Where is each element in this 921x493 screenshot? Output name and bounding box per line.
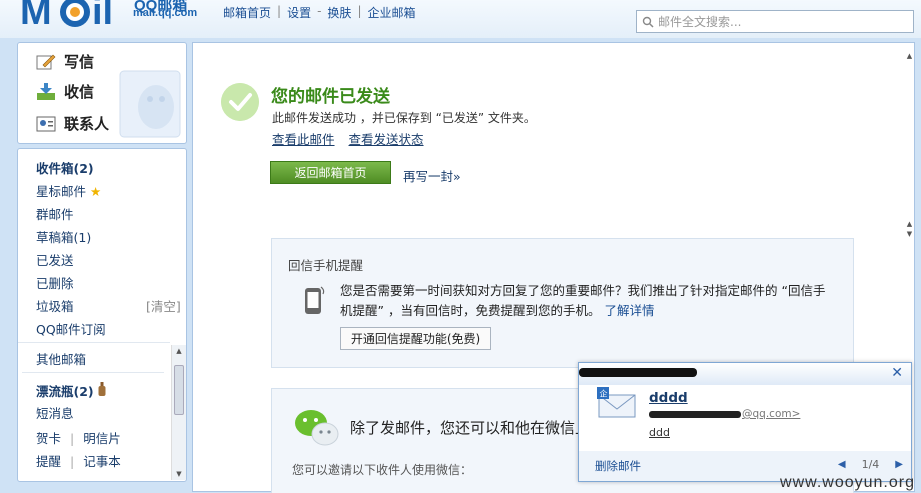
sidebar-item-sent[interactable]: 已发送 <box>36 250 74 269</box>
learn-more-link[interactable]: 了解详情 <box>604 303 654 318</box>
nav-separator: | <box>277 4 282 18</box>
success-check-icon <box>221 83 259 121</box>
popup-preview[interactable]: ddd <box>649 426 670 439</box>
popup-subject-link[interactable]: dddd <box>649 390 688 406</box>
separator: | <box>70 431 75 446</box>
scroll-thumb[interactable] <box>174 365 184 415</box>
nav-separator: - <box>317 4 322 18</box>
wechat-subtext: 您可以邀请以下收件人使用微信： <box>292 463 473 477</box>
nav-home-link[interactable]: 邮箱首页 <box>223 4 271 21</box>
trash-clear-link[interactable]: [清空] <box>146 296 181 315</box>
sidebar-item-notebook[interactable]: 记事本 <box>83 454 121 469</box>
popup-header: ✕ <box>579 363 911 385</box>
scroll-up-arrow-icon[interactable]: ▲ <box>904 52 915 60</box>
new-mail-popup[interactable]: ✕ 企 dddd @qq.com> ddd 删除邮件 ◀ 1/4 ▶ <box>578 362 912 482</box>
sidebar-item-deleted[interactable]: 已删除 <box>36 273 74 292</box>
compose-button[interactable]: 写信 <box>36 51 94 72</box>
sidebar-scrollbar[interactable]: ▲ ▼ <box>171 345 186 480</box>
enable-reminder-button[interactable]: 开通回信提醒功能(免费) <box>340 327 491 350</box>
star-icon: ★ <box>90 184 102 199</box>
svg-text:M: M <box>20 0 52 30</box>
search-icon <box>642 16 654 28</box>
view-status-link[interactable]: 查看发送状态 <box>349 129 424 148</box>
wechat-icon <box>295 410 339 446</box>
scroll-up-arrow-icon[interactable]: ▲ <box>904 220 915 228</box>
sidebar-item-postcard[interactable]: 明信片 <box>83 431 121 446</box>
receive-label: 收信 <box>64 83 95 101</box>
sidebar-item-drafts[interactable]: 草稿箱(1) <box>36 227 91 246</box>
reminder-body: 您是否需要第一时间获知对方回复了您的重要邮件？我们推出了针对指定邮件的 “回信手… <box>340 283 826 318</box>
delete-mail-link[interactable]: 删除邮件 <box>595 458 641 474</box>
nav-skin-link[interactable]: 换肤 <box>327 4 351 21</box>
sidebar-item-label: 星标邮件 <box>36 184 87 199</box>
nav-separator: | <box>357 4 362 18</box>
page-indicator: 1/4 <box>861 458 880 471</box>
svg-text:企: 企 <box>600 389 608 399</box>
popup-pager: ◀ 1/4 ▶ <box>838 458 903 471</box>
scroll-down-arrow-icon[interactable]: ▼ <box>172 470 186 478</box>
contacts-icon <box>36 116 56 131</box>
close-icon[interactable]: ✕ <box>891 365 903 381</box>
view-mail-link[interactable]: 查看此邮件 <box>272 129 335 148</box>
svg-text:il: il <box>92 0 113 30</box>
sidebar-divider <box>22 372 164 373</box>
sidebar-divider <box>18 342 170 343</box>
bottle-icon <box>98 382 106 396</box>
contacts-label: 联系人 <box>64 115 110 133</box>
nav-enterprise-link[interactable]: 企业邮箱 <box>367 4 415 21</box>
return-home-button[interactable]: 返回邮箱首页 <box>270 161 391 184</box>
compose-icon <box>36 54 56 69</box>
sidebar-actions: 写信 收信 联系人 <box>17 42 187 144</box>
sidebar-item-subscription[interactable]: QQ邮件订阅 <box>36 319 106 338</box>
sidebar-item-reminder[interactable]: 提醒 <box>36 454 61 469</box>
reminder-text: 您是否需要第一时间获知对方回复了您的重要邮件？我们推出了针对指定邮件的 “回信手… <box>340 281 830 321</box>
contacts-button[interactable]: 联系人 <box>36 113 109 134</box>
sidebar-item-group[interactable]: 群邮件 <box>36 204 74 223</box>
write-another-link[interactable]: 再写一封» <box>403 166 461 185</box>
top-bar: M il QQ邮箱 mail.qq.com 邮箱首页 | 设置 - 换肤 | 企… <box>0 0 921 38</box>
sidebar-item-inbox[interactable]: 收件箱(2) <box>36 158 94 177</box>
reply-reminder-panel: 回信手机提醒 您是否需要第一时间获知对方回复了您的重要邮件？我们推出了针对指定邮… <box>271 238 854 368</box>
sidebar-item-sms[interactable]: 短消息 <box>36 403 74 422</box>
sent-links: 查看此邮件 查看发送状态 <box>272 129 424 148</box>
separator: | <box>70 454 75 469</box>
prev-arrow-icon[interactable]: ◀ <box>838 459 846 470</box>
sidebar-item-drift-bottle[interactable]: 漂流瓶(2) <box>36 381 106 400</box>
scroll-down-arrow-icon[interactable]: ▼ <box>904 230 915 238</box>
reminder-title: 回信手机提醒 <box>288 258 364 273</box>
top-nav: 邮箱首页 | 设置 - 换肤 | 企业邮箱 <box>223 4 416 21</box>
qq-mail-logo[interactable]: M il <box>20 0 128 30</box>
sidebar-folders: 收件箱(2) 星标邮件 ★ 群邮件 草稿箱(1) 已发送 已删除 垃圾箱 [清空… <box>17 148 187 482</box>
envelope-icon: 企 <box>597 387 636 418</box>
watermark: www.wooyun.org <box>780 474 915 491</box>
redacted-email-scribble <box>649 410 741 418</box>
sidebar-item-other-mailbox[interactable]: 其他邮箱 <box>36 349 86 368</box>
penguin-watermark-icon <box>119 70 181 138</box>
page-title: 您的邮件已发送 <box>271 87 390 107</box>
sidebar-item-cards[interactable]: 贺卡 | 明信片 <box>36 428 121 447</box>
wechat-text: 除了发邮件，您还可以和他在微信上 <box>350 419 591 437</box>
scroll-up-arrow-icon[interactable]: ▲ <box>172 347 186 355</box>
redacted-sender-scribble <box>579 368 697 377</box>
popup-sender: @qq.com> <box>649 408 800 420</box>
search-input[interactable]: 邮件全文搜索... <box>636 10 914 33</box>
nav-settings-link[interactable]: 设置 <box>287 4 311 21</box>
inbox-download-icon <box>37 82 55 100</box>
logo-url: mail.qq.com <box>133 7 198 19</box>
popup-sender-domain: @qq.com> <box>742 408 801 420</box>
sidebar-item-label: 漂流瓶(2) <box>36 384 94 399</box>
sidebar-item-trash[interactable]: 垃圾箱 <box>36 296 74 315</box>
compose-label: 写信 <box>64 53 95 71</box>
search-placeholder: 邮件全文搜索... <box>658 15 742 29</box>
receive-button[interactable]: 收信 <box>36 81 94 102</box>
next-arrow-icon[interactable]: ▶ <box>895 459 903 470</box>
sent-description: 此邮件发送成功 ，并已保存到 “已发送” 文件夹。 <box>272 111 536 125</box>
sidebar-item-tools[interactable]: 提醒 | 记事本 <box>36 451 121 470</box>
mobile-phone-icon <box>305 286 325 314</box>
sidebar-item-card[interactable]: 贺卡 <box>36 431 61 446</box>
sidebar-item-starred[interactable]: 星标邮件 ★ <box>36 181 101 200</box>
